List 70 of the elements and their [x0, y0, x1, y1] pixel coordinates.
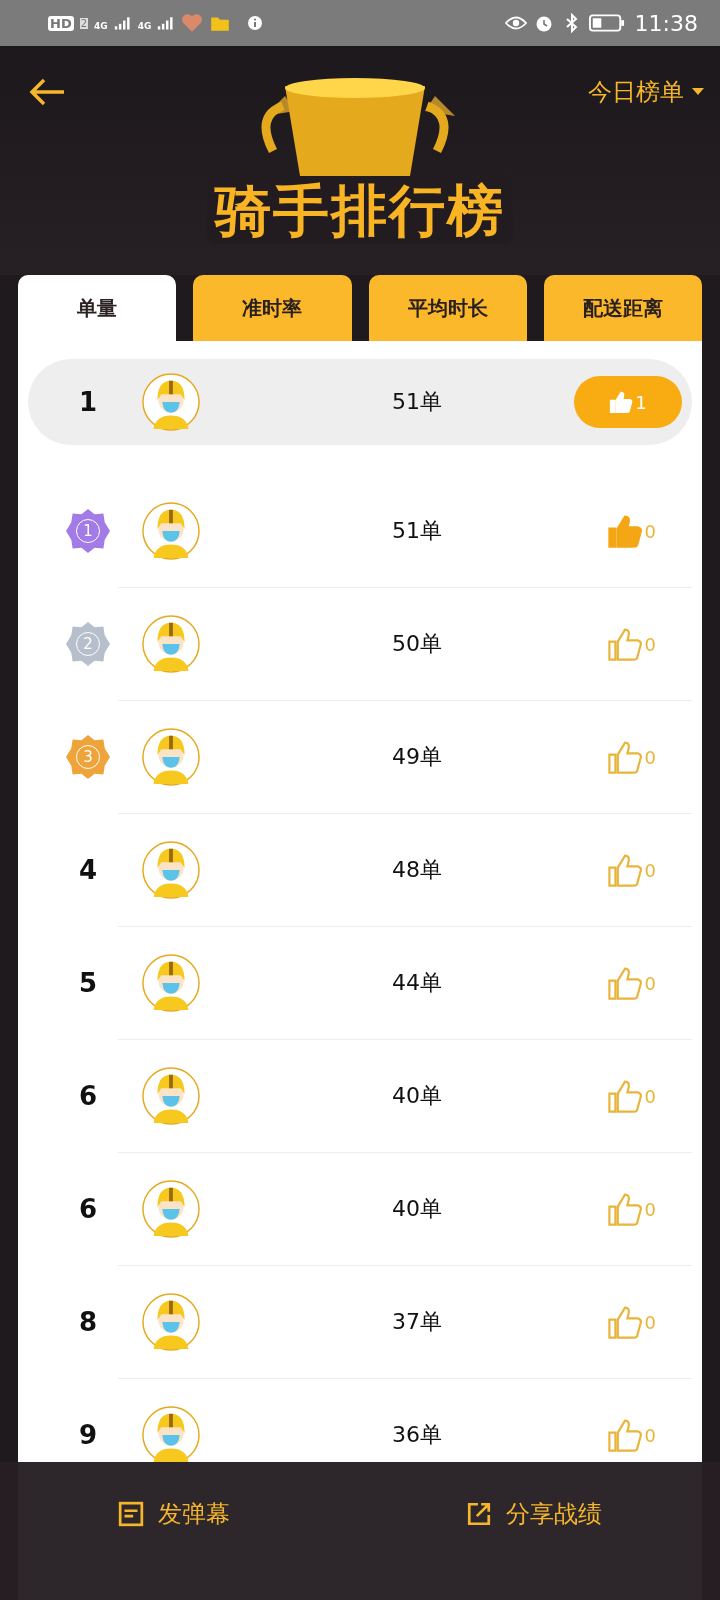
- rider-avatar-icon: [142, 615, 200, 673]
- like-button[interactable]: 0: [606, 1191, 656, 1227]
- rider-avatar-icon: [142, 841, 200, 899]
- battery-icon: [588, 13, 625, 33]
- heart-icon: [181, 13, 204, 33]
- like-button[interactable]: 0: [606, 1078, 656, 1114]
- ranking-tab[interactable]: 单量: [18, 275, 177, 341]
- rider-avatar-icon: [142, 728, 200, 786]
- rider-avatar-icon: [142, 1406, 200, 1464]
- rank-number: 6: [78, 1194, 98, 1224]
- order-count: 50单: [392, 630, 442, 658]
- caret-icon: [692, 88, 704, 96]
- thumbs-up-icon: [606, 1417, 643, 1453]
- thumbs-up-icon: [606, 513, 643, 549]
- like-button[interactable]: 0: [606, 1417, 656, 1453]
- order-count: 51单: [392, 517, 442, 545]
- message-box-icon: [118, 1501, 144, 1527]
- hd-badge: HD: [48, 15, 74, 31]
- signal-icon: [157, 16, 176, 30]
- signal-icon: [113, 16, 132, 30]
- ranking-tab[interactable]: 平均时长: [368, 275, 527, 341]
- rider-avatar-icon: [142, 502, 200, 560]
- rank-medal: 2: [66, 622, 110, 666]
- ranking-period-dropdown[interactable]: 今日榜单: [588, 76, 704, 108]
- rider-avatar-icon: [142, 1067, 200, 1125]
- rank-number: 4: [78, 855, 98, 885]
- order-count: 44单: [392, 969, 442, 997]
- rank-number: 5: [78, 968, 98, 998]
- clock-time: 11:38: [634, 10, 698, 36]
- like-button[interactable]: 0: [606, 852, 656, 888]
- thumbs-up-icon: [609, 390, 634, 414]
- like-button[interactable]: 0: [606, 965, 656, 1001]
- thumbs-up-icon: [606, 626, 643, 662]
- thumbs-up-icon: [606, 1304, 643, 1340]
- rank-number: 1: [78, 387, 98, 417]
- order-count: 40单: [392, 1082, 442, 1110]
- danmaku-button[interactable]: 发弹幕: [112, 1497, 236, 1531]
- rider-avatar-icon: [142, 1180, 200, 1238]
- order-count: 40单: [392, 1195, 442, 1223]
- rank-number: 9: [78, 1420, 98, 1450]
- thumbs-up-icon: [606, 1191, 643, 1227]
- rank-medal: 3: [66, 735, 110, 779]
- rank-medal: 1: [66, 509, 110, 553]
- order-count: 51单: [392, 388, 442, 416]
- thumbs-up-icon: [606, 739, 643, 775]
- info-icon: [247, 15, 264, 31]
- thumbs-up-icon: [606, 965, 643, 1001]
- rider-avatar-icon: [142, 373, 200, 431]
- share-icon: [466, 1501, 492, 1527]
- like-button[interactable]: 0: [606, 626, 656, 662]
- rider-avatar-icon: [142, 954, 200, 1012]
- order-count: 37单: [392, 1308, 442, 1336]
- like-button[interactable]: 0: [606, 1304, 656, 1340]
- rank-number: 6: [78, 1081, 98, 1111]
- like-button[interactable]: 1: [574, 376, 682, 428]
- share-button[interactable]: 分享战绩: [460, 1497, 608, 1531]
- like-button[interactable]: 0: [606, 739, 656, 775]
- order-count: 36单: [392, 1421, 442, 1449]
- thumbs-up-icon: [606, 852, 643, 888]
- rider-avatar-icon: [142, 1293, 200, 1351]
- order-count: 48单: [392, 856, 442, 884]
- thumbs-up-icon: [606, 1078, 643, 1114]
- like-button[interactable]: 0: [606, 513, 656, 549]
- sim-number: 2: [79, 17, 89, 29]
- ranking-tab[interactable]: 准时率: [193, 275, 352, 341]
- network-type: 4G: [94, 21, 108, 31]
- ranking-tab[interactable]: 配送距离: [543, 275, 702, 341]
- order-count: 49单: [392, 743, 442, 771]
- network-type: 4G: [137, 21, 152, 31]
- rank-number: 8: [78, 1307, 98, 1337]
